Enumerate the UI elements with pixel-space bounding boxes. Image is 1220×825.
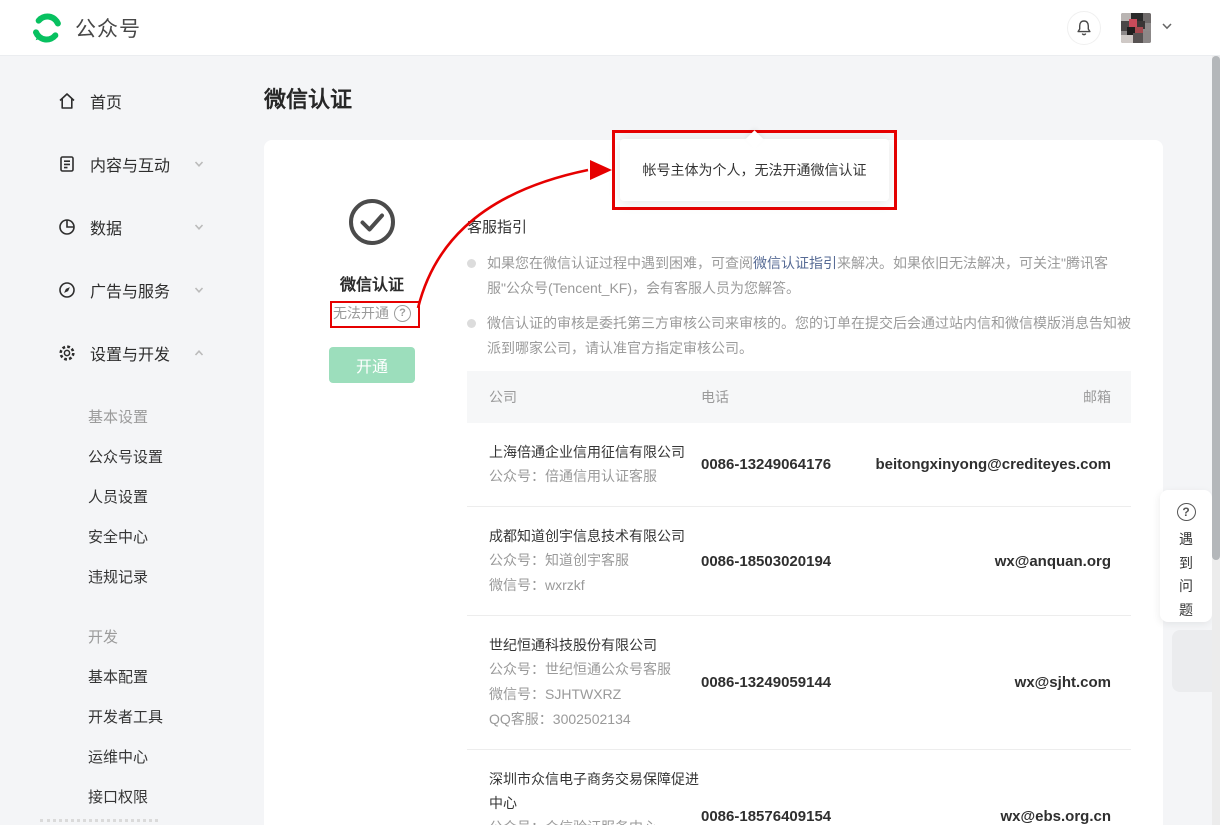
company-phone: 0086-18503020194 xyxy=(701,549,835,574)
bullet-dot-icon xyxy=(467,259,476,268)
sidebar-item-ads[interactable]: 广告与服务 xyxy=(0,270,240,310)
scrollbar-thumb[interactable] xyxy=(1212,56,1220,560)
home-icon xyxy=(57,91,77,111)
company-email: wx@anquan.org xyxy=(851,549,1111,574)
table-row: 深圳市众信电子商务交易保障促进中心 公众号：众信验证服务中心 QQ客服：4008… xyxy=(467,750,1131,825)
verification-guide-link[interactable]: 微信认证指引 xyxy=(753,255,837,271)
page-title: 微信认证 xyxy=(264,82,352,114)
avatar xyxy=(1121,13,1151,43)
company-detail: 公众号：世纪恒通公众号客服 xyxy=(489,657,701,682)
table-row: 上海倍通企业信用征信有限公司 公众号：倍通信用认证客服 0086-1324906… xyxy=(467,423,1131,507)
brand-name: 公众号 xyxy=(75,13,141,43)
verification-name: 微信认证 xyxy=(264,271,480,295)
data-pie-icon xyxy=(57,217,77,237)
subnav-item-violation-records[interactable]: 违规记录 xyxy=(0,556,240,596)
brand-logo[interactable]: 公众号 xyxy=(30,11,141,45)
settings-submenu: 基本设置 公众号设置 人员设置 安全中心 违规记录 开发 基本配置 开发者工具 … xyxy=(0,396,240,816)
notification-bell-button[interactable] xyxy=(1067,11,1101,45)
sidebar-item-label: 广告与服务 xyxy=(90,278,170,302)
chevron-down-icon xyxy=(1160,19,1174,38)
feedback-label: 遇到问题 xyxy=(1178,528,1194,622)
column-header-company: 公司 xyxy=(467,387,701,407)
content-icon xyxy=(57,154,77,174)
top-header: 公众号 xyxy=(0,0,1220,56)
bullet-dot-icon xyxy=(467,319,476,328)
company-detail: 公众号：倍通信用认证客服 xyxy=(489,464,701,489)
verification-card: 微信认证 无法开通 ? 开通 客服指引 如果您在微信认证过程中遇到困难，可查阅微… xyxy=(264,140,1163,825)
company-name: 成都知道创宇信息技术有限公司 xyxy=(489,524,701,548)
verification-status: 无法开通 ? xyxy=(264,303,480,323)
company-phone: 0086-18576409154 xyxy=(701,804,835,825)
subnav-item-staff-settings[interactable]: 人员设置 xyxy=(0,476,240,516)
subnav-group-dev: 开发 xyxy=(0,616,240,656)
guide-section-title: 客服指引 xyxy=(467,216,1131,237)
gear-icon xyxy=(57,343,77,363)
company-email: beitongxinyong@crediteyes.com xyxy=(851,452,1111,477)
company-phone: 0086-13249064176 xyxy=(701,452,835,477)
subnav-item-ops-center[interactable]: 运维中心 xyxy=(0,736,240,776)
sidebar-item-data[interactable]: 数据 xyxy=(0,207,240,247)
official-account-logo-icon xyxy=(30,11,64,45)
company-detail: 微信号：SJHTWXRZ xyxy=(489,682,701,707)
main-content: 微信认证 微信认证 无法开通 ? 开通 客服指引 如果您在微信认证过程中遇到困难… xyxy=(240,56,1220,825)
account-menu[interactable] xyxy=(1121,13,1174,43)
subnav-item-basic-config[interactable]: 基本配置 xyxy=(0,656,240,696)
compass-icon xyxy=(57,280,77,300)
company-detail: 公众号：知道创宇客服 xyxy=(489,548,701,573)
subnav-item-account-settings[interactable]: 公众号设置 xyxy=(0,436,240,476)
status-text: 无法开通 xyxy=(333,303,389,323)
sidebar-item-label: 设置与开发 xyxy=(90,341,170,365)
company-email: wx@sjht.com xyxy=(851,670,1111,695)
company-phone: 0086-13249059144 xyxy=(701,670,835,695)
table-row: 成都知道创宇信息技术有限公司 公众号：知道创宇客服 微信号：wxrzkf 008… xyxy=(467,507,1131,616)
scrollbar-track[interactable] xyxy=(1212,56,1220,825)
chevron-down-icon xyxy=(192,157,206,176)
subnav-item-security-center[interactable]: 安全中心 xyxy=(0,516,240,556)
question-circle-icon[interactable]: ? xyxy=(394,305,411,322)
company-detail: 微信号：wxrzkf xyxy=(489,573,701,598)
question-circle-icon: ? xyxy=(1177,503,1196,521)
company-name: 世纪恒通科技股份有限公司 xyxy=(489,633,701,657)
company-name: 深圳市众信电子商务交易保障促进中心 xyxy=(489,767,701,815)
guide-bullet-2: 微信认证的审核是委托第三方审核公司来审核的。您的订单在提交后会通过站内信和微信模… xyxy=(467,311,1131,361)
company-name: 上海倍通企业信用征信有限公司 xyxy=(489,440,701,464)
company-email: wx@ebs.org.cn xyxy=(851,804,1111,825)
subnav-item-api-permissions[interactable]: 接口权限 xyxy=(0,776,240,816)
guide-text: 如果您在微信认证过程中遇到困难，可查阅 xyxy=(487,255,753,271)
subnav-item-dev-tools[interactable]: 开发者工具 xyxy=(0,696,240,736)
table-row: 世纪恒通科技股份有限公司 公众号：世纪恒通公众号客服 微信号：SJHTWXRZ … xyxy=(467,616,1131,750)
guide-text: 微信认证的审核是委托第三方审核公司来审核的。您的订单在提交后会通过站内信和微信模… xyxy=(487,311,1131,361)
sidebar-footer-cutoff xyxy=(40,819,158,822)
chevron-down-icon xyxy=(192,220,206,239)
bell-icon xyxy=(1074,18,1094,38)
sidebar-nav: 首页 内容与互动 数据 广告与服务 xyxy=(0,56,240,825)
sidebar-item-label: 数据 xyxy=(90,215,122,239)
chevron-down-icon xyxy=(192,283,206,302)
sidebar-item-label: 内容与互动 xyxy=(90,152,170,176)
enable-verification-button[interactable]: 开通 xyxy=(329,347,415,383)
sidebar-item-label: 首页 xyxy=(90,89,122,113)
table-header-row: 公司 电话 邮箱 xyxy=(467,371,1131,423)
sidebar-item-settings-dev[interactable]: 设置与开发 xyxy=(0,333,240,373)
audit-companies-table: 公司 电话 邮箱 上海倍通企业信用征信有限公司 公众号：倍通信用认证客服 008… xyxy=(467,371,1131,825)
sidebar-item-home[interactable]: 首页 xyxy=(0,81,240,121)
column-header-email: 邮箱 xyxy=(851,387,1131,407)
company-detail: QQ客服：3002502134 xyxy=(489,707,701,732)
guide-bullet-1: 如果您在微信认证过程中遇到困难，可查阅微信认证指引来解决。如果依旧无法解决，可关… xyxy=(467,251,1131,301)
feedback-widget[interactable]: ? 遇到问题 xyxy=(1160,490,1212,622)
subnav-group-basic-settings: 基本设置 xyxy=(0,396,240,436)
column-header-phone: 电话 xyxy=(701,387,851,407)
check-circle-icon xyxy=(348,198,396,251)
sidebar-item-content[interactable]: 内容与互动 xyxy=(0,144,240,184)
feedback-secondary-tab[interactable] xyxy=(1172,630,1212,692)
chevron-up-icon xyxy=(192,346,206,365)
company-detail: 公众号：众信验证服务中心 xyxy=(489,815,701,825)
